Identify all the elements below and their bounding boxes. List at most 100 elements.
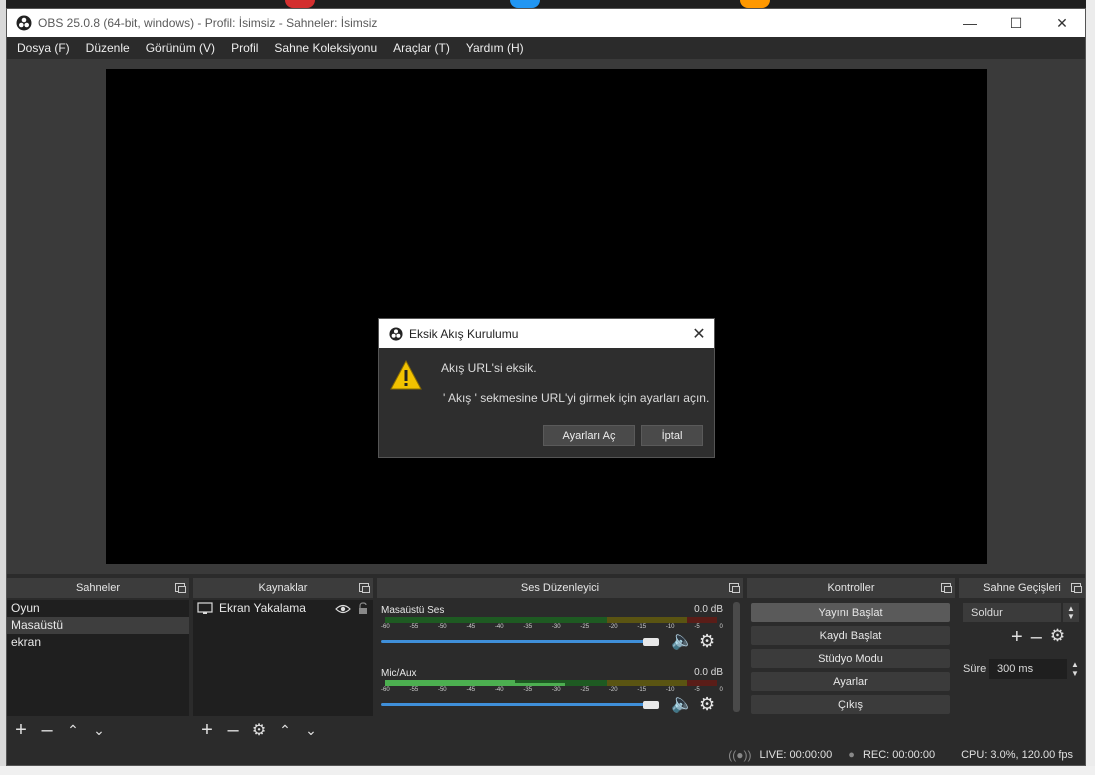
status-bar: ((●)) LIVE: 00:00:00 ● REC: 00:00:00 CPU… (7, 745, 1085, 765)
cancel-button[interactable]: İptal (641, 425, 703, 446)
rec-time: REC: 00:00:00 (862, 749, 936, 761)
add-scene-icon[interactable]: + (11, 719, 31, 741)
monitor-icon (197, 602, 213, 614)
menu-file[interactable]: Dosya (F) (9, 41, 78, 55)
remove-scene-icon[interactable]: – (37, 719, 57, 741)
audio-mixer-dock: Ses Düzenleyici Masaüstü Ses 0.0 dB -60-… (377, 578, 743, 742)
duration-input[interactable]: 300 ms (989, 659, 1067, 679)
duration-label: Süre (963, 663, 987, 675)
sources-toolbar: + – ⚙ ⌃ ⌄ (193, 718, 373, 742)
source-label: Ekran Yakalama (219, 601, 306, 615)
select-arrows-icon[interactable]: ▲ ▼ (1063, 603, 1079, 622)
menu-profile[interactable]: Profil (223, 41, 266, 55)
desktop-taskbar-icons (285, 0, 800, 8)
sources-dock: Kaynaklar Ekran Yakalama + – ⚙ ⌃ ⌄ (193, 578, 373, 742)
transition-toolbar: + – ⚙ (1011, 626, 1065, 649)
transitions-title: Sahne Geçişleri (983, 582, 1061, 594)
scene-item[interactable]: ekran (7, 634, 189, 651)
eye-icon[interactable] (335, 603, 351, 615)
cpu-fps: CPU: 3.0%, 120.00 fps (961, 749, 1073, 761)
title-bar[interactable]: OBS 25.0.8 (64-bit, windows) - Profil: İ… (7, 9, 1085, 37)
start-streaming-button[interactable]: Yayını Başlat (751, 603, 950, 622)
scenes-dock: Sahneler Oyun Masaüstü ekran + – ⌃ ⌄ (7, 578, 189, 742)
undock-icon[interactable] (175, 583, 186, 593)
mixer-scrollbar[interactable] (733, 602, 740, 712)
add-source-icon[interactable]: + (197, 719, 217, 741)
preview-canvas[interactable] (106, 69, 987, 564)
menu-view[interactable]: Görünüm (V) (138, 41, 223, 55)
lock-icon[interactable] (357, 602, 369, 615)
dialog-close-icon[interactable]: ✕ (684, 324, 714, 344)
obs-logo-icon (16, 15, 32, 31)
dialog-title: Eksik Akış Kurulumu (409, 326, 519, 341)
window-title: OBS 25.0.8 (64-bit, windows) - Profil: İ… (38, 16, 378, 30)
studio-mode-button[interactable]: Stüdyo Modu (751, 649, 950, 668)
transitions-dock: Sahne Geçişleri Soldur ▲ ▼ + – ⚙ Süre 300… (959, 578, 1085, 742)
mixer-dock-header: Ses Düzenleyici (377, 578, 743, 598)
source-item[interactable]: Ekran Yakalama (193, 600, 373, 617)
undock-icon[interactable] (941, 583, 952, 593)
menu-edit[interactable]: Düzenle (78, 41, 138, 55)
start-recording-button[interactable]: Kaydı Başlat (751, 626, 950, 645)
move-down-icon[interactable]: ⌄ (301, 720, 321, 740)
volume-meter (381, 617, 723, 623)
undock-icon[interactable] (359, 583, 370, 593)
settings-button[interactable]: Ayarlar (751, 672, 950, 691)
undock-icon[interactable] (1071, 583, 1082, 593)
warning-icon (390, 359, 422, 390)
close-button[interactable]: ✕ (1039, 9, 1085, 37)
undock-icon[interactable] (729, 583, 740, 593)
scene-item[interactable]: Oyun (7, 600, 189, 617)
source-properties-gear-icon[interactable]: ⚙ (249, 720, 269, 740)
desktop-app-icon (285, 0, 315, 8)
menu-scene-collection[interactable]: Sahne Koleksiyonu (266, 41, 385, 55)
sources-dock-header: Kaynaklar (193, 578, 373, 598)
mixer-channel: Mic/Aux 0.0 dB -60 -55 -50 -45 -40 -35 -30 -25-… (381, 667, 723, 725)
dialog-title-bar[interactable]: Eksik Akış Kurulumu ✕ (379, 319, 714, 348)
preview-area (7, 59, 1085, 574)
rec-dot-icon: ● (848, 749, 855, 761)
open-settings-button[interactable]: Ayarları Aç (543, 425, 635, 446)
duration-stepper-icon[interactable]: ▲ ▼ (1069, 659, 1081, 679)
speaker-icon[interactable]: 🔈 (671, 630, 693, 651)
remove-source-icon[interactable]: – (223, 719, 243, 741)
move-up-icon[interactable]: ⌃ (275, 720, 295, 740)
volume-slider[interactable] (381, 703, 653, 706)
move-up-icon[interactable]: ⌃ (63, 720, 83, 740)
dialog-message: Akış URL'si eksik. (441, 361, 537, 375)
controls-dock-header: Kontroller (747, 578, 955, 598)
transition-select-value: Soldur (971, 606, 1003, 619)
channel-db: 0.0 dB (694, 667, 723, 678)
minimize-button[interactable]: — (947, 9, 993, 37)
audio-settings-gear-icon[interactable]: ⚙ (699, 694, 715, 715)
desktop-background-right (1086, 0, 1095, 775)
scenes-toolbar: + – ⌃ ⌄ (7, 718, 189, 742)
volume-slider-handle[interactable] (643, 638, 659, 646)
menu-tools[interactable]: Araçlar (T) (385, 41, 458, 55)
obs-logo-icon (389, 326, 403, 341)
volume-slider[interactable] (381, 640, 653, 643)
transition-gear-icon[interactable]: ⚙ (1050, 626, 1065, 649)
dialog-detail: ' Akış ' sekmesine URL'yi girmek için ay… (443, 391, 710, 405)
speaker-icon[interactable]: 🔈 (671, 693, 693, 714)
controls-dock: Kontroller Yayını Başlat Kaydı Başlat St… (747, 578, 955, 742)
mixer-channel: Masaüstü Ses 0.0 dB -60 -55 -50 -45 -40 -35 -3… (381, 604, 723, 662)
scene-item-selected[interactable]: Masaüstü (7, 617, 189, 634)
remove-transition-icon[interactable]: – (1031, 626, 1042, 649)
scenes-dock-header: Sahneler (7, 578, 189, 598)
volume-slider-handle[interactable] (643, 701, 659, 709)
add-transition-icon[interactable]: + (1011, 626, 1023, 649)
scenes-list: Oyun Masaüstü ekran (7, 600, 189, 716)
menu-bar: Dosya (F) Düzenle Görünüm (V) Profil Sah… (7, 37, 1085, 59)
mixer-title: Ses Düzenleyici (520, 582, 600, 594)
scenes-title: Sahneler (75, 582, 121, 594)
audio-settings-gear-icon[interactable]: ⚙ (699, 631, 715, 652)
desktop-app-icon (740, 0, 770, 8)
exit-button[interactable]: Çıkış (751, 695, 950, 714)
menu-help[interactable]: Yardım (H) (458, 41, 532, 55)
move-down-icon[interactable]: ⌄ (89, 720, 109, 740)
desktop-app-icon (510, 0, 540, 8)
transition-select[interactable]: Soldur (963, 603, 1061, 622)
missing-stream-setup-dialog: Eksik Akış Kurulumu ✕ Akış URL'si eksik.… (378, 318, 715, 458)
maximize-button[interactable]: ☐ (993, 9, 1039, 37)
